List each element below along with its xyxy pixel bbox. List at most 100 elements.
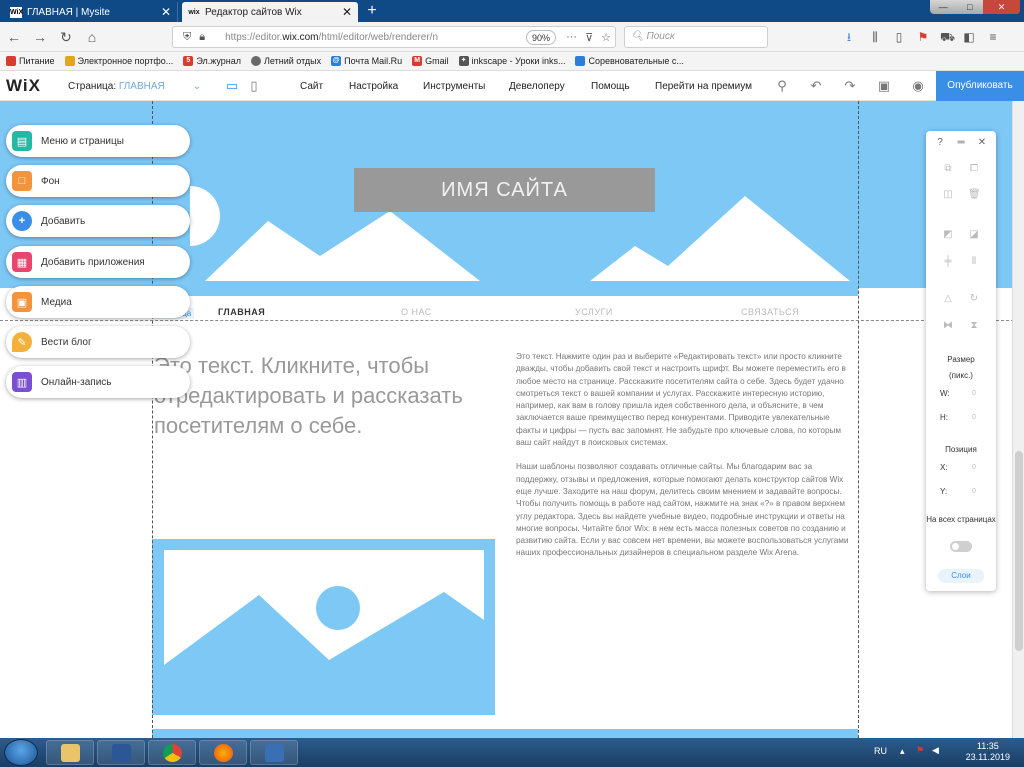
star-icon[interactable]: ☆ xyxy=(601,31,611,44)
site-nav-services[interactable]: УСЛУГИ xyxy=(575,307,613,317)
height-field[interactable]: 0 xyxy=(972,414,976,421)
distribute-icon[interactable]: △ xyxy=(942,293,954,305)
flag-icon[interactable]: ⚑ xyxy=(916,30,930,44)
help-icon[interactable]: ? xyxy=(934,137,946,149)
flip-horizontal-icon[interactable]: ⧓ xyxy=(942,320,954,332)
taskbar-explorer[interactable] xyxy=(46,740,94,765)
home-icon[interactable]: ⌂ xyxy=(82,27,102,47)
publish-button[interactable]: Опубликовать xyxy=(936,71,1024,101)
site-heading-text[interactable]: Это текст. Кликните, чтобы отредактирова… xyxy=(154,351,474,441)
bookmark-item[interactable]: M Gmail xyxy=(412,56,449,66)
image-placeholder[interactable] xyxy=(152,539,495,715)
taskbar-word[interactable] xyxy=(97,740,145,765)
bookmark-item[interactable]: ✦ inkscape - Уроки inks... xyxy=(458,56,565,66)
site-nav-home[interactable]: ГЛАВНАЯ xyxy=(218,307,265,317)
cart-icon[interactable]: ⛟ xyxy=(940,30,955,44)
taskbar-firefox[interactable] xyxy=(199,740,247,765)
pocket-icon[interactable]: ⊽ xyxy=(585,31,593,44)
width-field[interactable]: 0 xyxy=(972,390,976,397)
tray-arrow-icon[interactable]: ▴ xyxy=(900,746,905,757)
paste-icon[interactable]: ⧠ xyxy=(968,163,980,175)
x-field[interactable]: 0 xyxy=(972,464,976,471)
left-panel-media-button[interactable]: ▣ Медиа xyxy=(6,286,190,318)
align-center-icon[interactable]: ╪ xyxy=(942,256,954,268)
duplicate-icon[interactable]: ◫ xyxy=(942,189,954,201)
menu-help[interactable]: Помощь xyxy=(591,81,630,92)
more-icon[interactable]: ··· xyxy=(566,31,577,43)
system-tray: RU ▴ ⚑ ◀ 11:35 23.11.2019 xyxy=(868,738,1024,767)
page-selector[interactable]: Страница: ГЛАВНАЯ ⌄ xyxy=(68,81,201,92)
desktop-view-icon[interactable]: ▭ xyxy=(224,78,240,94)
left-panel-background-button[interactable]: □ Фон xyxy=(6,165,190,197)
align-middle-icon[interactable]: ⫴ xyxy=(968,256,980,268)
left-panel-booking-button[interactable]: ▥ Онлайн-запись xyxy=(6,366,190,398)
address-bar[interactable]: ⛨ 🔒︎ https://editor.wix.com/html/editor/… xyxy=(172,26,616,48)
drag-handle-icon[interactable]: ═ xyxy=(955,137,967,149)
delete-icon[interactable]: 🗑︎ xyxy=(968,189,981,201)
copy-icon[interactable]: ⧉ xyxy=(942,163,954,175)
network-flag-icon[interactable]: ⚑ xyxy=(916,745,924,756)
close-tab-icon[interactable]: ✕ xyxy=(161,5,171,19)
bookmark-item[interactable]: 5 Эл.журнал xyxy=(183,56,241,66)
close-tab-icon[interactable]: ✕ xyxy=(342,5,352,19)
search-input[interactable]: 🔍︎ Поиск xyxy=(624,26,768,48)
maximize-button[interactable]: □ xyxy=(956,0,982,14)
library-icon[interactable]: ⫼ xyxy=(868,30,882,44)
bookmark-item[interactable]: Летний отдых xyxy=(251,56,321,66)
new-tab-button[interactable]: + xyxy=(362,1,382,21)
language-indicator[interactable]: RU xyxy=(874,746,887,756)
left-panel-apps-button[interactable]: ▦ Добавить приложения xyxy=(6,246,190,278)
sidebar-icon[interactable]: ▯ xyxy=(892,30,906,44)
bookmark-item[interactable]: Электронное портфо... xyxy=(64,56,173,66)
preview-eye-icon[interactable]: ◉ xyxy=(910,78,926,94)
back-arrow-icon[interactable]: ← xyxy=(4,27,24,47)
download-icon[interactable]: ⭳ xyxy=(842,30,856,44)
taskbar-chrome[interactable] xyxy=(148,740,196,765)
site-body-text[interactable]: Это текст. Нажмите один раз и выберите «… xyxy=(516,351,856,572)
bookmark-item[interactable]: Питание xyxy=(6,56,55,66)
undo-icon[interactable]: ↶ xyxy=(808,78,824,94)
tab-mysite[interactable]: WiX ГЛАВНАЯ | Mysite ✕ xyxy=(4,2,178,22)
extension-icon[interactable]: ◧ xyxy=(962,30,976,44)
menu-icon[interactable]: ≡ xyxy=(986,30,1000,44)
zoom-level[interactable]: 90% xyxy=(526,29,557,45)
zoom-icon[interactable]: ⚲ xyxy=(774,78,790,94)
menu-tools[interactable]: Инструменты xyxy=(423,81,485,92)
menu-premium[interactable]: Перейти на премиум xyxy=(655,81,752,92)
forward-arrow-icon[interactable]: → xyxy=(30,27,50,47)
rotate-icon[interactable]: ↻ xyxy=(968,293,980,305)
menu-settings[interactable]: Настройка xyxy=(349,81,398,92)
close-window-button[interactable]: ✕ xyxy=(982,0,1020,14)
canvas-scrollbar[interactable] xyxy=(1012,101,1024,738)
left-panel-pages-button[interactable]: ▤ Меню и страницы xyxy=(6,125,190,157)
mobile-view-icon[interactable]: ▯ xyxy=(246,78,262,94)
left-panel-blog-button[interactable]: ✎ Вести блог xyxy=(6,326,190,358)
taskbar-app[interactable] xyxy=(250,740,298,765)
volume-icon[interactable]: ◀ xyxy=(932,745,939,756)
save-icon[interactable]: ▣ xyxy=(876,78,892,94)
layers-button[interactable]: Слои xyxy=(938,569,984,583)
flip-vertical-icon[interactable]: ⧗ xyxy=(968,320,980,332)
site-nav-contact[interactable]: СВЯЗАТЬСЯ xyxy=(741,307,799,317)
tab-wix-editor[interactable]: wix Редактор сайтов Wix ✕ xyxy=(182,2,358,22)
y-field[interactable]: 0 xyxy=(972,488,976,495)
close-icon[interactable]: ✕ xyxy=(976,137,988,149)
reload-icon[interactable]: ↻ xyxy=(56,27,76,47)
clock-time: 11:35 xyxy=(976,741,999,751)
redo-icon[interactable]: ↷ xyxy=(842,78,858,94)
start-button[interactable] xyxy=(4,739,38,766)
left-panel-add-button[interactable]: + Добавить xyxy=(6,205,190,237)
scrollbar-thumb[interactable] xyxy=(1015,451,1023,651)
site-name[interactable]: ИМЯ САЙТА xyxy=(354,168,655,212)
arrange-forward-icon[interactable]: ◩ xyxy=(942,229,954,241)
arrange-back-icon[interactable]: ◪ xyxy=(968,229,980,241)
show-on-all-pages-toggle[interactable] xyxy=(950,541,972,552)
url-text: https://editor.wix.com/html/editor/web/r… xyxy=(225,31,439,43)
clock[interactable]: 11:35 23.11.2019 xyxy=(966,741,1010,763)
bookmark-item[interactable]: Соревновательные с... xyxy=(575,56,684,66)
menu-developer[interactable]: Девелоперу xyxy=(509,81,565,92)
bookmark-item[interactable]: @ Почта Mail.Ru xyxy=(331,56,402,66)
site-nav-about[interactable]: О НАС xyxy=(401,307,432,317)
minimize-button[interactable]: — xyxy=(930,0,956,14)
menu-site[interactable]: Сайт xyxy=(300,81,323,92)
